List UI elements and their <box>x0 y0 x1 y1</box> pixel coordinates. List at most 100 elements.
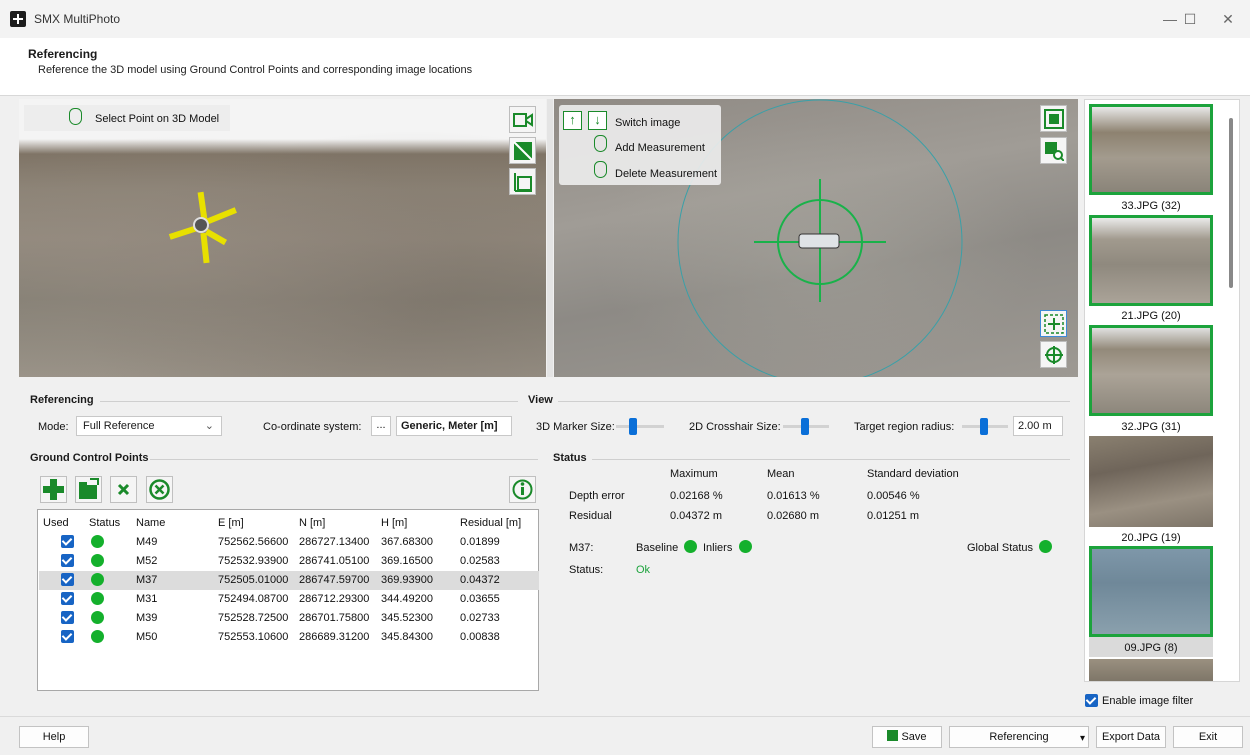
used-checkbox[interactable] <box>61 554 74 567</box>
crosshair-size-slider-handle[interactable] <box>801 418 809 435</box>
status-header-std: Standard deviation <box>867 468 959 480</box>
mode-select[interactable]: Full Reference ⌄ <box>76 416 222 436</box>
fit-view-button[interactable] <box>509 168 536 195</box>
thumbnail-image[interactable] <box>1089 104 1213 195</box>
zoom-image-button[interactable] <box>1040 137 1067 164</box>
table-row[interactable]: M52 752532.93900 286741.05100 369.16500 … <box>39 552 539 571</box>
column-header-status[interactable]: Status <box>89 517 120 529</box>
title-bar: SMX MultiPhoto — ☐ ✕ <box>0 0 1250 38</box>
coordinate-system-label: Co-ordinate system: <box>263 421 362 433</box>
column-header-residual[interactable]: Residual [m] <box>460 517 521 529</box>
column-header-e[interactable]: E [m] <box>218 517 244 529</box>
column-header-used[interactable]: Used <box>43 517 69 529</box>
next-image-button[interactable]: ↓ <box>588 111 607 130</box>
depth-error-label: Depth error <box>569 490 625 502</box>
status-label: Status: <box>569 564 604 576</box>
table-row[interactable]: M50 752553.10600 286689.31200 345.84300 … <box>39 628 539 647</box>
thumbnail-image[interactable] <box>1089 659 1213 681</box>
thumbnail-image[interactable] <box>1089 546 1213 637</box>
depth-error-mean: 0.01613 % <box>767 490 820 502</box>
used-checkbox[interactable] <box>61 611 74 624</box>
mode-select-value: Full Reference <box>83 420 155 432</box>
gcp-h: 344.49200 <box>381 593 433 605</box>
maximize-button[interactable]: ☐ <box>1170 8 1210 30</box>
gcp-n: 286741.05100 <box>299 555 370 567</box>
gcp-residual: 0.01899 <box>460 536 500 548</box>
column-header-h[interactable]: H [m] <box>381 517 407 529</box>
status-ok-indicator <box>91 630 104 643</box>
column-header-n[interactable]: N [m] <box>299 517 325 529</box>
column-header-name[interactable]: Name <box>136 517 165 529</box>
status-ok-indicator <box>91 573 104 586</box>
locate-point-button[interactable] <box>1040 341 1067 368</box>
export-data-button[interactable]: Export Data <box>1096 726 1166 748</box>
thumbnail-image[interactable] <box>1089 325 1213 416</box>
fullscreen-button[interactable] <box>1040 105 1067 132</box>
center-target-button[interactable] <box>1040 310 1067 337</box>
used-checkbox[interactable] <box>61 573 74 586</box>
close-button[interactable]: ✕ <box>1208 8 1248 30</box>
clear-gcp-button[interactable] <box>146 476 173 503</box>
image-thumbnail-list[interactable]: 33.JPG (32) 21.JPG (20) 32.JPG (31) 20.J… <box>1084 99 1240 682</box>
depth-error-max: 0.02168 % <box>670 490 723 502</box>
table-row[interactable]: M31 752494.08700 286712.29300 344.49200 … <box>39 590 539 609</box>
import-gcp-button[interactable] <box>75 476 102 503</box>
clear-circle-icon <box>149 479 170 500</box>
marker-size-slider-handle[interactable] <box>629 418 637 435</box>
gcp-h: 369.16500 <box>381 555 433 567</box>
group-divider <box>592 459 1070 460</box>
used-checkbox[interactable] <box>61 630 74 643</box>
save-button-label: Save <box>901 731 927 743</box>
plus-icon <box>43 479 64 500</box>
thumbnail-image[interactable] <box>1089 215 1213 306</box>
table-row-selected[interactable]: M37 752505.01000 286747.59700 369.93900 … <box>39 571 539 590</box>
gcp-n: 286727.13400 <box>299 536 370 548</box>
table-row[interactable]: M39 752528.72500 286701.75800 345.52300 … <box>39 609 539 628</box>
view-splitter-handle[interactable] <box>547 99 553 377</box>
chevron-down-icon: ⌄ <box>204 420 214 432</box>
coordinate-system-browse-button[interactable]: ... <box>371 416 391 436</box>
target-radius-input[interactable]: 2.00 m <box>1013 416 1063 436</box>
gcp-info-button[interactable] <box>509 476 536 503</box>
image-viewport[interactable]: ↑ ↓ Switch image Add Measurement Delete … <box>554 99 1078 377</box>
exit-button[interactable]: Exit <box>1173 726 1243 748</box>
gcp-residual: 0.04372 <box>460 574 500 586</box>
gcp-table[interactable]: Used Status Name E [m] N [m] H [m] Resid… <box>37 509 539 691</box>
help-button[interactable]: Help <box>19 726 89 748</box>
status-group-title: Status <box>553 452 587 464</box>
close-icon <box>117 483 130 496</box>
coordinate-system-value: Generic, Meter [m] <box>396 416 512 436</box>
global-status-label: Global Status <box>967 542 1034 554</box>
mouse-left-click-icon <box>69 108 82 125</box>
model-3d-viewport[interactable]: Select Point on 3D Model <box>19 99 546 377</box>
previous-image-button[interactable]: ↑ <box>563 111 582 130</box>
selected-point-label: M37: <box>569 542 594 554</box>
residual-max: 0.04372 m <box>670 510 722 522</box>
enable-image-filter-checkbox[interactable] <box>1085 694 1098 707</box>
used-checkbox[interactable] <box>61 535 74 548</box>
remove-gcp-button[interactable] <box>110 476 137 503</box>
target-radius-label: Target region radius: <box>854 421 955 433</box>
status-ok-indicator <box>91 611 104 624</box>
center-target-icon <box>1043 313 1064 334</box>
camera-view-button[interactable] <box>509 106 536 133</box>
used-checkbox[interactable] <box>61 592 74 605</box>
save-button[interactable]: Save <box>872 726 942 748</box>
baseline-label: Baseline <box>636 542 679 554</box>
referencing-button[interactable]: Referencing ▾ <box>949 726 1089 748</box>
gcp-e: 752528.72500 <box>218 612 289 624</box>
page-title: Referencing <box>28 47 98 61</box>
gcp-residual: 0.03655 <box>460 593 500 605</box>
thumbnail-scrollbar[interactable] <box>1229 118 1233 288</box>
thumbnail-label: 21.JPG (20) <box>1121 310 1181 322</box>
thumbnail-label: 33.JPG (32) <box>1121 200 1181 212</box>
thumbnail-image[interactable] <box>1089 436 1213 527</box>
select-point-hint-label: Select Point on 3D Model <box>95 113 220 125</box>
target-radius-slider-handle[interactable] <box>980 418 988 435</box>
mesh-view-button[interactable] <box>509 137 536 164</box>
gcp-e: 752494.08700 <box>218 593 289 605</box>
add-gcp-button[interactable] <box>40 476 67 503</box>
table-row[interactable]: M49 752562.56600 286727.13400 367.68300 … <box>39 533 539 552</box>
marker-size-slider[interactable] <box>616 425 664 428</box>
thumbnail-label: 32.JPG (31) <box>1121 421 1181 433</box>
